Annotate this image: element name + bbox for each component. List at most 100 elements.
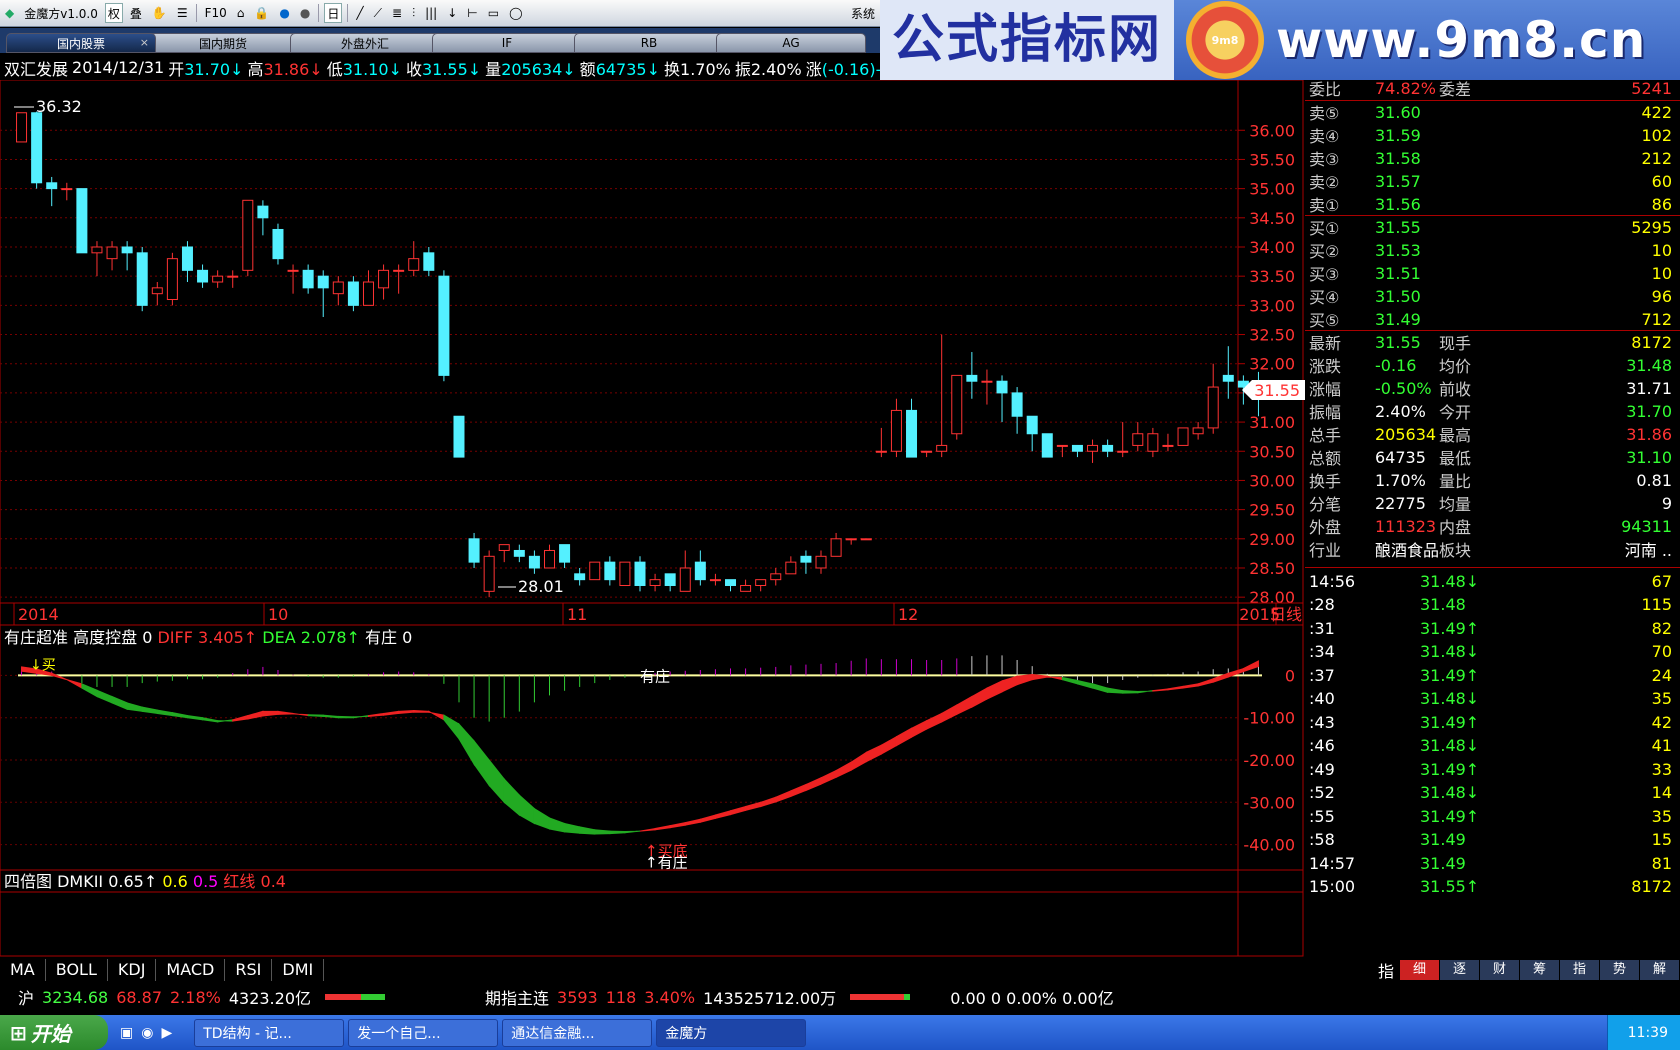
task-tdx[interactable]: 通达信金融... xyxy=(502,1018,653,1047)
close-icon[interactable]: × xyxy=(140,36,149,49)
quote-cell: 卖⑤ xyxy=(1309,104,1340,123)
ad-site-name: 公式指标网 xyxy=(880,0,1175,80)
quote-cell: 现手 xyxy=(1439,334,1472,353)
kline-chart[interactable]: 36.00 35.50 35.00 34.50 34.00 33.50 33.00 32.50… xyxy=(0,80,1305,958)
bid-price: 31.55 xyxy=(1375,217,1421,237)
quote-tab[interactable]: 财 xyxy=(1480,960,1520,980)
macd-ribbon-segment xyxy=(911,719,928,738)
system-menu[interactable]: 系统 xyxy=(848,3,878,23)
indicator-button-kdj[interactable]: KDJ xyxy=(108,959,157,981)
browser-icon[interactable]: ◉ xyxy=(141,1025,153,1041)
task-td-notes[interactable]: TD结构 - 记... xyxy=(194,1018,345,1047)
quote-tab[interactable]: 指 xyxy=(1560,960,1600,980)
stat-row: 分笔 22775 均量 9 xyxy=(1305,491,1680,515)
indicator-button-ma[interactable]: MA xyxy=(0,959,46,981)
index-bar: 沪 3234.68 68.87 2.18% 4323.20亿 期指主连 3593… xyxy=(0,984,1400,1010)
tab-domestic-stocks[interactable]: 国内股票 × xyxy=(6,33,156,53)
quote-tab[interactable]: 筹 xyxy=(1520,960,1560,980)
ellipse-icon[interactable]: ◯ xyxy=(506,3,525,23)
macd-ribbon-segment xyxy=(654,824,671,831)
play-icon[interactable]: ● xyxy=(276,3,292,23)
start-button[interactable]: ⊞ 开始 xyxy=(0,1015,108,1050)
indicator-button-boll[interactable]: BOLL xyxy=(46,959,108,981)
candle-body xyxy=(257,205,269,219)
trend-line-icon[interactable]: ⟋ xyxy=(371,3,385,23)
channel-icon[interactable]: ⫶ xyxy=(409,3,418,23)
rights-button[interactable]: 权 xyxy=(104,3,123,23)
tab-ag[interactable]: AG xyxy=(716,33,866,53)
tick-price: 31.49↑ xyxy=(1420,665,1480,685)
price-tick-label: 30.50 xyxy=(1249,442,1295,461)
tick-time: :28 xyxy=(1309,595,1335,614)
tick-row: 14:57 31.49 81 xyxy=(1305,851,1680,875)
macd-ribbon-segment xyxy=(895,727,913,747)
tab-domestic-futures[interactable]: 国内期货 xyxy=(148,33,298,53)
grid-icon[interactable]: ☰ xyxy=(174,3,191,23)
candle-body xyxy=(423,252,435,271)
media-icon[interactable]: ▶ xyxy=(161,1025,172,1041)
stat-value-2: 31.10 xyxy=(1626,447,1672,467)
quote-tab[interactable]: 解 xyxy=(1640,960,1680,980)
tick-volume: 82 xyxy=(1651,618,1672,638)
quote-cell: 分笔 xyxy=(1309,495,1342,514)
stat-row: 振幅 2.40% 今开 31.70 xyxy=(1305,399,1680,423)
tick-row: :46 31.48↓ 41 xyxy=(1305,734,1680,758)
stat-row: 总额 64735 最低 31.10 xyxy=(1305,445,1680,469)
lock-icon[interactable]: 🔒 xyxy=(251,3,272,23)
stat-value-2: 31.70 xyxy=(1626,401,1672,421)
home-icon[interactable]: ⌂ xyxy=(234,3,248,23)
youzhuang-note: 有庄 xyxy=(640,667,670,685)
task-jinmofang[interactable]: 金魔方 xyxy=(656,1018,807,1047)
stat-row: 换手 1.70% 量比 0.81 xyxy=(1305,468,1680,492)
alert-icon[interactable]: ● xyxy=(297,3,313,23)
stock-field-4: 量205634↓ xyxy=(485,59,576,79)
task-post[interactable]: 发一个自己... xyxy=(348,1018,499,1047)
macd-ribbon-segment xyxy=(775,790,792,803)
task-label: 通达信金融... xyxy=(511,1025,595,1042)
market-tabs: 国内股票 × 国内期货 外盘外汇 IF RB AG xyxy=(0,28,880,53)
tick-row: :58 31.49 15 xyxy=(1305,828,1680,852)
candle-body xyxy=(468,538,480,563)
bars-icon[interactable]: ||| xyxy=(422,3,440,23)
tick-row: 15:00 31.55↑ 8172 xyxy=(1305,875,1680,899)
quote-cell: 量比 xyxy=(1439,472,1472,491)
draw-line-icon[interactable]: ╱ xyxy=(353,3,366,23)
indicator-toggle[interactable]: 指 xyxy=(1378,958,1394,982)
tab-if[interactable]: IF xyxy=(432,33,582,53)
quicklaunch-icon[interactable]: ▣ xyxy=(120,1025,133,1041)
weicha-value: 5241 xyxy=(1631,78,1672,98)
hand-icon[interactable]: ✋ xyxy=(149,3,170,23)
indicator-button-macd[interactable]: MACD xyxy=(156,959,226,981)
tray-clock[interactable]: 11:39 xyxy=(1628,1025,1668,1041)
tab-forex[interactable]: 外盘外汇 xyxy=(290,33,440,53)
quote-cell: 总额 xyxy=(1309,449,1342,468)
candle-body xyxy=(996,380,1008,394)
sub2-item-label: DMKII xyxy=(57,872,108,891)
indicator-item-value: 0 xyxy=(142,628,157,647)
rect-icon[interactable]: ▭ xyxy=(485,3,502,23)
candle-body xyxy=(498,544,510,551)
stock-fields: 开31.70↓ 高31.86↓ 低31.10↓ 收31.55↓ 量205634↓ 额647… xyxy=(168,56,880,80)
overlay-button[interactable]: 叠 xyxy=(127,3,145,23)
ask-price: 31.60 xyxy=(1375,102,1421,122)
quote-cell: 买② xyxy=(1309,242,1340,261)
tick-time: 14:57 xyxy=(1309,853,1356,873)
period-select[interactable]: 日 xyxy=(324,3,343,23)
macd-ribbon-segment xyxy=(337,715,354,719)
ad-banner[interactable]: 公式指标网 9m8 www.9m8.cn xyxy=(880,0,1680,80)
quote-tab[interactable]: 逐 xyxy=(1440,960,1480,980)
arrow-down-icon[interactable]: ↓ xyxy=(444,3,460,23)
indicator-button-dmi[interactable]: DMI xyxy=(272,959,325,981)
quote-tab[interactable]: 势 xyxy=(1600,960,1640,980)
tab-rb[interactable]: RB xyxy=(574,33,724,53)
price-tick-label: 30.00 xyxy=(1249,471,1295,490)
macd-ribbon-segment xyxy=(850,751,867,772)
tick-price: 31.55↑ xyxy=(1420,877,1480,896)
fib-icon[interactable]: ≣ xyxy=(389,3,405,23)
candle-body xyxy=(362,281,374,306)
stat-row: 涨跌 -0.16 均价 31.48 xyxy=(1305,353,1680,377)
bracket-icon[interactable]: ⊢ xyxy=(464,3,480,23)
quote-tab[interactable]: 细 xyxy=(1400,960,1440,980)
indicator-button-rsi[interactable]: RSI xyxy=(225,959,273,981)
f10-button[interactable]: F10 xyxy=(202,3,230,23)
